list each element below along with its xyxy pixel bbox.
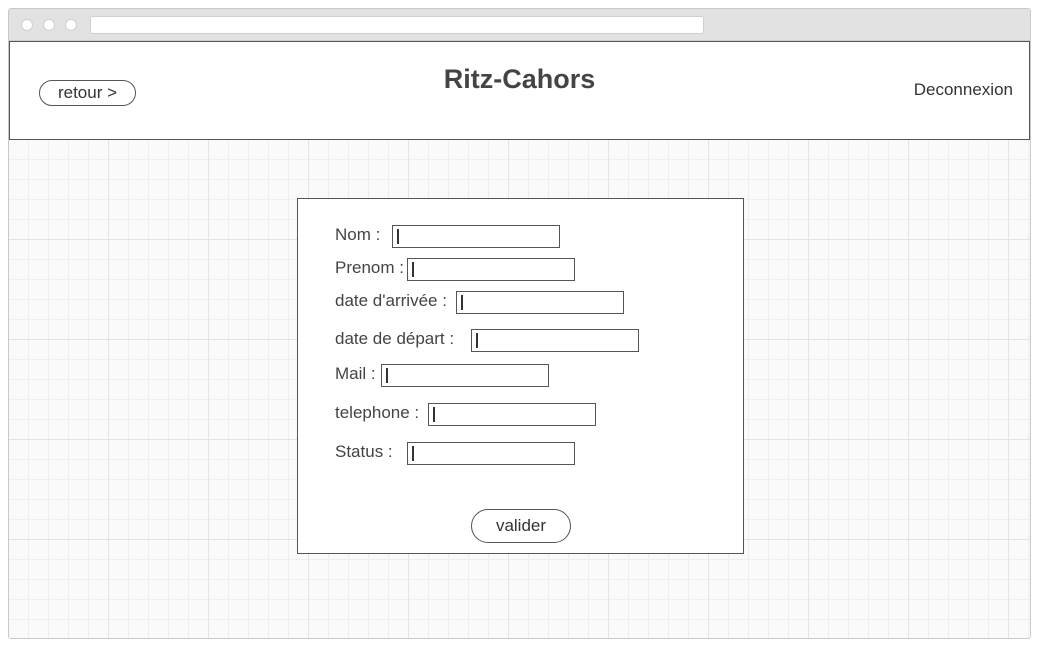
date-depart-label: date de départ : xyxy=(335,329,455,348)
reservation-form: Nom : Prenom : date d'arrivée : date de … xyxy=(297,198,744,554)
text-caret xyxy=(412,262,414,277)
text-caret xyxy=(461,295,463,310)
text-caret xyxy=(386,368,388,383)
text-caret xyxy=(397,229,399,244)
status-input[interactable] xyxy=(407,442,575,465)
window-maximize-dot[interactable] xyxy=(65,19,77,31)
date-arrivee-input[interactable] xyxy=(456,291,624,314)
mail-label: Mail : xyxy=(335,364,376,383)
nom-input[interactable] xyxy=(392,225,560,248)
window-minimize-dot[interactable] xyxy=(43,19,55,31)
submit-button[interactable]: valider xyxy=(471,509,571,543)
page-header: retour > Ritz-Cahors Deconnexion xyxy=(9,41,1030,140)
status-label: Status : xyxy=(335,442,393,461)
page-title: Ritz-Cahors xyxy=(443,64,596,94)
telephone-input[interactable] xyxy=(428,403,596,426)
text-caret xyxy=(433,407,435,422)
window-close-dot[interactable] xyxy=(21,19,33,31)
browser-toolbar xyxy=(9,9,1030,41)
address-bar[interactable] xyxy=(90,16,704,34)
browser-window: retour > Ritz-Cahors Deconnexion Nom : P… xyxy=(8,8,1031,639)
logout-link[interactable]: Deconnexion xyxy=(914,80,1013,100)
date-depart-input[interactable] xyxy=(471,329,639,352)
telephone-label: telephone : xyxy=(335,403,420,422)
prenom-label: Prenom : xyxy=(335,258,404,277)
text-caret xyxy=(412,446,414,461)
nom-label: Nom : xyxy=(335,225,381,244)
date-arrivee-label: date d'arrivée : xyxy=(335,291,447,310)
mail-input[interactable] xyxy=(381,364,549,387)
text-caret xyxy=(476,333,478,348)
prenom-input[interactable] xyxy=(407,258,575,281)
